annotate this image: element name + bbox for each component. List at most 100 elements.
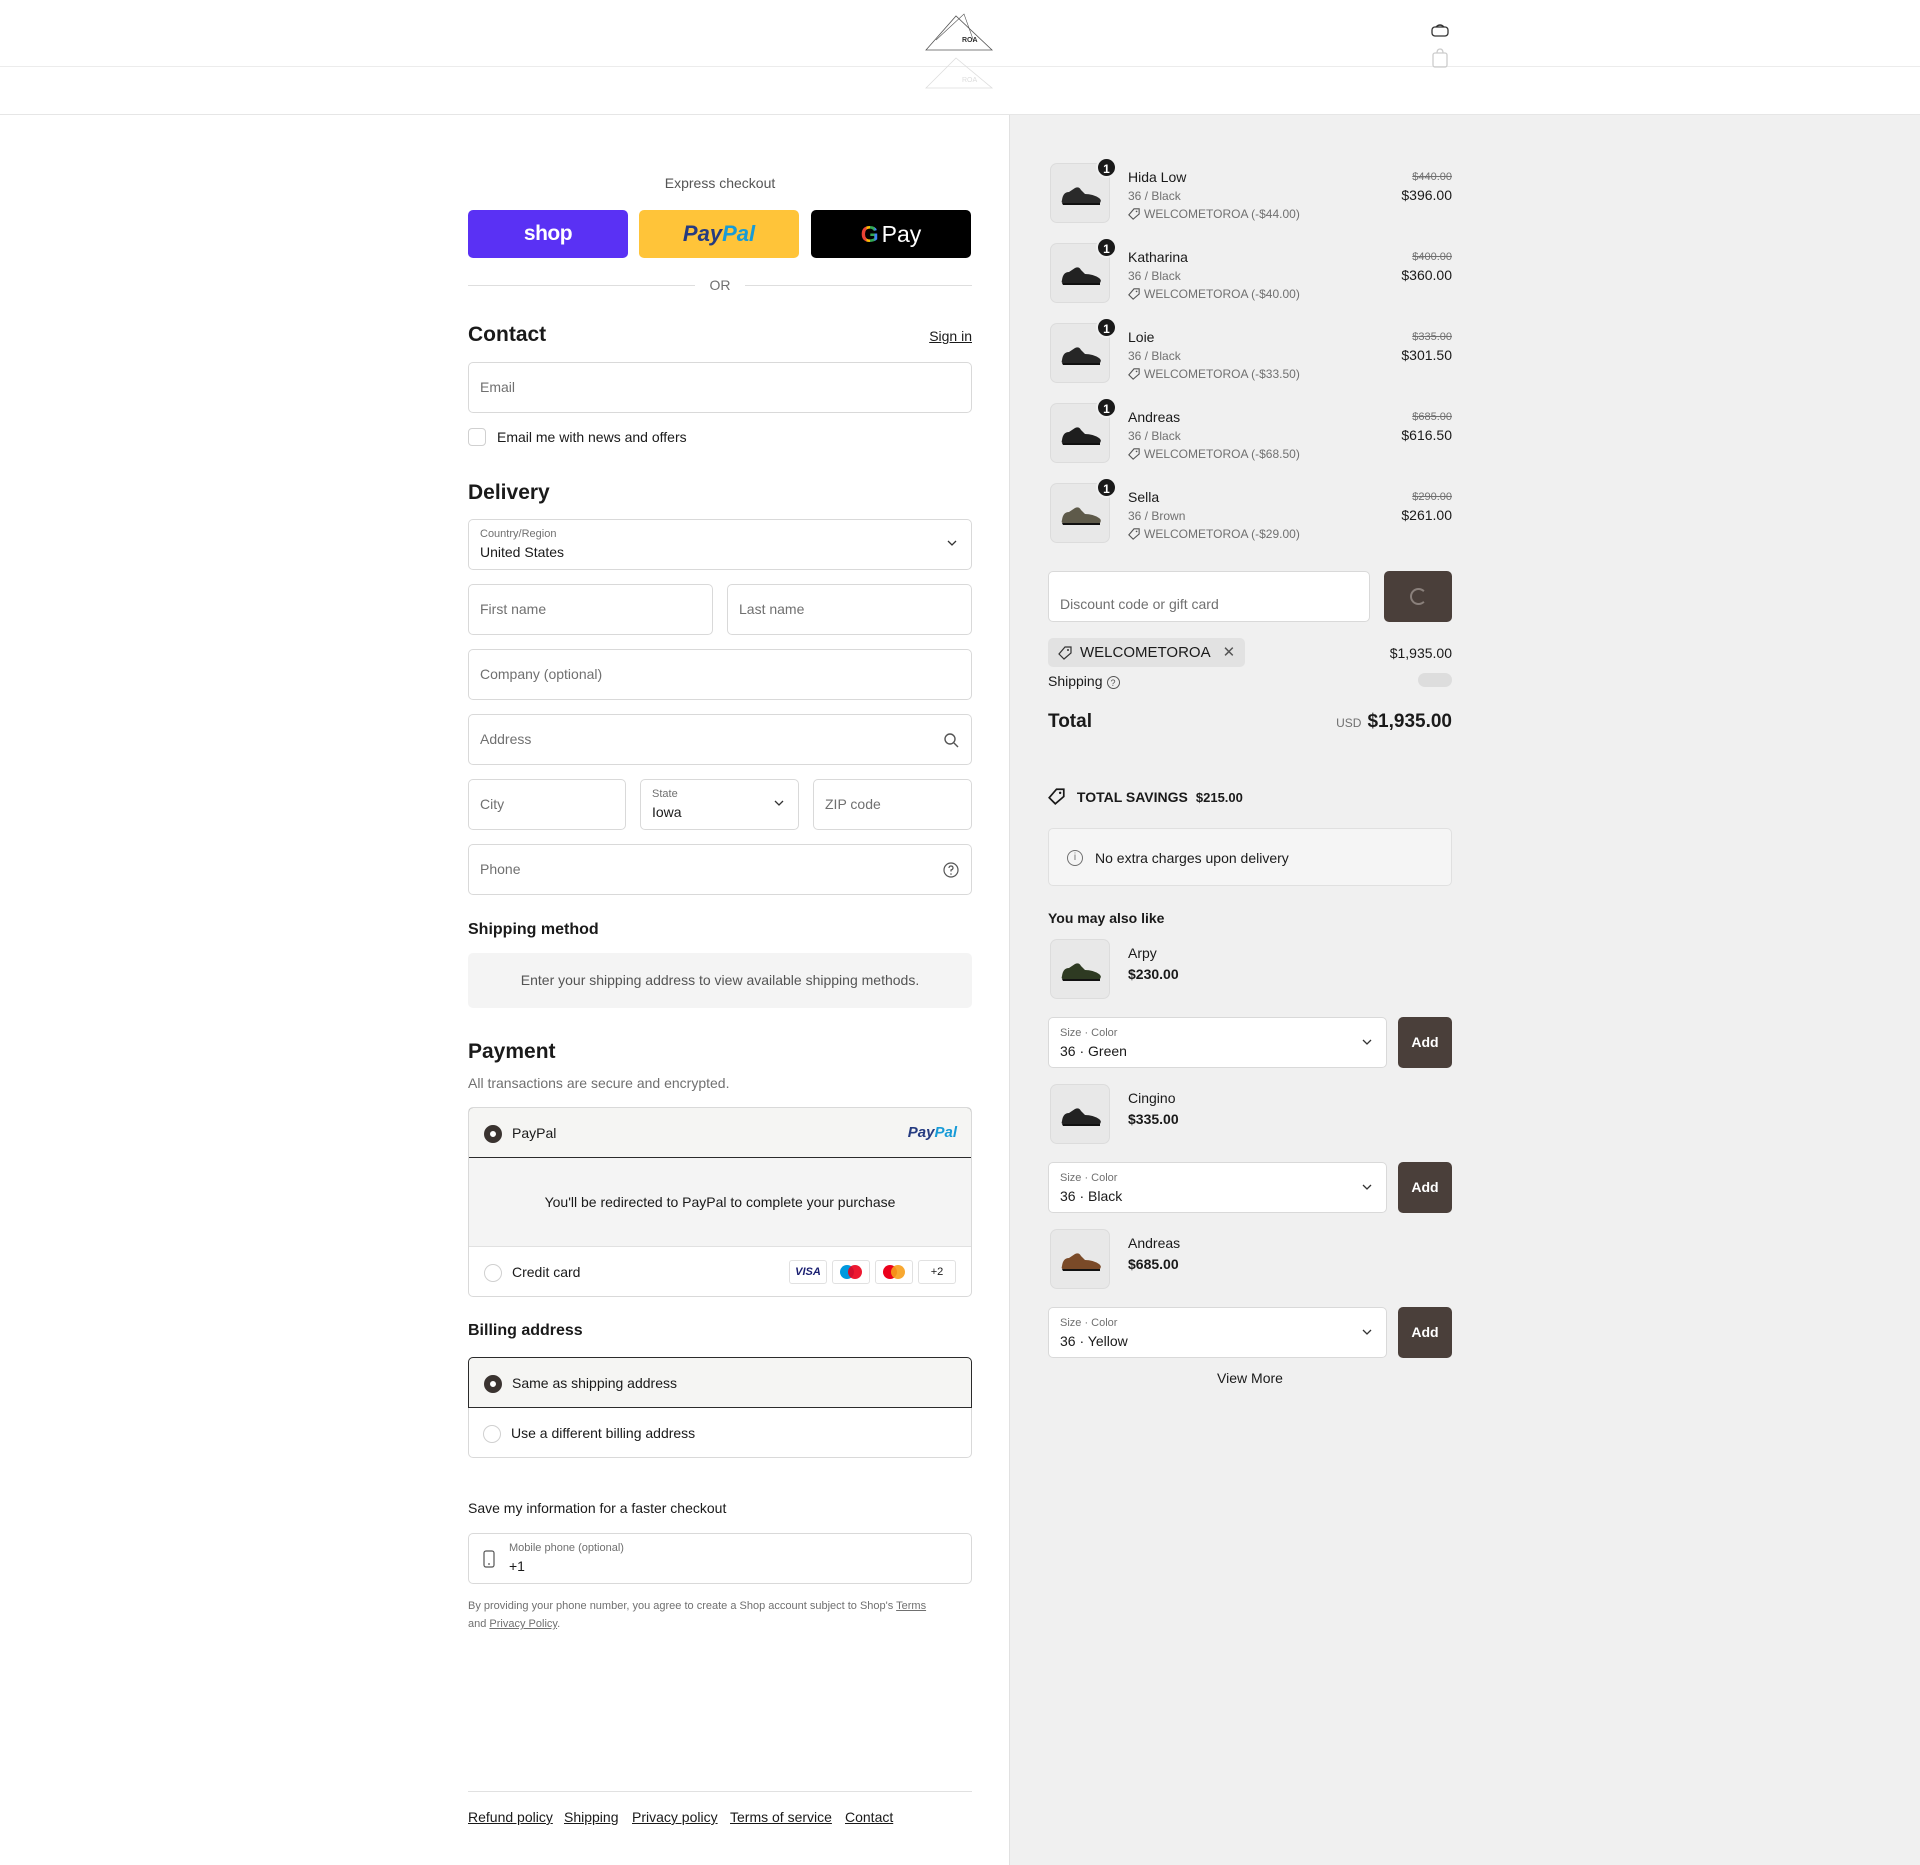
tag-icon (1058, 646, 1072, 660)
legal-text: By providing your phone number, you agre… (468, 1597, 972, 1633)
first-name-placeholder: First name (480, 601, 547, 617)
discount-placeholder: Discount code or gift card (1060, 596, 1219, 612)
upsell-thumbnail (1050, 1229, 1110, 1289)
shoe-image (1061, 267, 1101, 285)
svg-text:ROA: ROA (962, 37, 978, 44)
tag-icon (1128, 368, 1140, 380)
sign-in-link[interactable]: Sign in (929, 328, 972, 344)
bag-icon[interactable] (1430, 48, 1450, 68)
item-variant: 36 / Black (1128, 429, 1181, 443)
privacy-policy-link[interactable]: Privacy Policy (489, 1618, 557, 1630)
shop-pay-icon[interactable] (1430, 24, 1450, 42)
upsell-item: Cingino $335.00 (1048, 1082, 1452, 1148)
card-logos: VISA +2 (789, 1260, 957, 1284)
payment-subtitle: All transactions are secure and encrypte… (468, 1075, 730, 1091)
view-more-button[interactable]: View More (1048, 1370, 1452, 1386)
shoe-image (1061, 347, 1101, 365)
item-price: $396.00 (1401, 187, 1452, 203)
item-name: Sella (1128, 489, 1160, 505)
country-value: United States (480, 544, 565, 560)
shipping-label: Shipping (1048, 673, 1103, 689)
upsell-name: Cingino (1128, 1090, 1176, 1106)
item-variant: 36 / Black (1128, 189, 1181, 203)
upsell-variant-select[interactable]: Size · Color 36 · Yellow (1048, 1307, 1387, 1358)
payment-title: Payment (468, 1040, 556, 1063)
payment-option-paypal[interactable]: PayPal PayPal (469, 1108, 971, 1158)
save-info-title: Save my information for a faster checkou… (468, 1500, 727, 1516)
remove-discount-icon[interactable]: ✕ (1223, 644, 1236, 661)
shop-pay-button[interactable]: shop (468, 210, 628, 258)
terms-link[interactable]: Terms (896, 1600, 926, 1612)
state-value: Iowa (652, 804, 682, 820)
shipping-link[interactable]: Shipping (564, 1809, 619, 1825)
country-select[interactable]: Country/Region United States (468, 519, 972, 570)
item-variant: 36 / Brown (1128, 509, 1186, 523)
chevron-down-icon (1362, 1184, 1372, 1190)
paypal-label-part2: Pal (722, 221, 756, 246)
mobile-phone-field[interactable]: Mobile phone (optional) +1 (468, 1533, 972, 1584)
phone-field[interactable]: Phone (468, 844, 972, 895)
quantity-badge: 1 (1096, 317, 1117, 338)
billing-same-radio[interactable] (484, 1375, 502, 1393)
upsell-name: Andreas (1128, 1235, 1181, 1251)
billing-option-different[interactable]: Use a different billing address (468, 1408, 972, 1459)
email-field[interactable]: Email (468, 362, 972, 413)
help-icon[interactable] (943, 862, 959, 878)
quantity-badge: 1 (1096, 237, 1117, 258)
visa-icon: VISA (789, 1260, 827, 1284)
item-discount: WELCOMETOROA (-$44.00) (1128, 207, 1300, 221)
item-discount-text: WELCOMETOROA (-$40.00) (1144, 287, 1300, 301)
first-name-field[interactable]: First name (468, 584, 713, 635)
company-field[interactable]: Company (optional) (468, 649, 972, 700)
tag-icon (1048, 788, 1065, 805)
privacy-policy-footer-link[interactable]: Privacy policy (632, 1809, 718, 1825)
add-upsell-button[interactable]: Add (1398, 1162, 1452, 1213)
legal-prefix: By providing your phone number, you agre… (468, 1600, 894, 1612)
newsletter-checkbox[interactable] (468, 428, 486, 446)
add-upsell-button[interactable]: Add (1398, 1307, 1452, 1358)
billing-option-same[interactable]: Same as shipping address (468, 1357, 972, 1408)
zip-field[interactable]: ZIP code (813, 779, 972, 830)
paypal-radio[interactable] (484, 1125, 502, 1143)
state-select[interactable]: State Iowa (640, 779, 799, 830)
terms-of-service-link[interactable]: Terms of service (730, 1809, 832, 1825)
last-name-field[interactable]: Last name (727, 584, 972, 635)
svg-text:ROA: ROA (962, 77, 978, 84)
shipping-help-icon[interactable]: ? (1106, 676, 1120, 689)
city-field[interactable]: City (468, 779, 626, 830)
item-discount-text: WELCOMETOROA (-$33.50) (1144, 367, 1300, 381)
billing-different-radio[interactable] (483, 1425, 501, 1443)
line-item: 1 Sella 36 / Brown WELCOMETOROA (-$29.00) $2… (1048, 477, 1452, 545)
item-discount: WELCOMETOROA (-$33.50) (1128, 367, 1300, 381)
brand-logo[interactable]: ROA ROA (924, 12, 994, 92)
no-extra-charges-text: No extra charges upon delivery (1095, 850, 1289, 866)
last-name-placeholder: Last name (739, 601, 805, 617)
item-discount-text: WELCOMETOROA (-$44.00) (1144, 207, 1300, 221)
upsell-select-value: 36 · Black (1060, 1188, 1123, 1204)
contact-link[interactable]: Contact (845, 1809, 893, 1825)
zip-placeholder: ZIP code (825, 796, 881, 812)
upsell-title: You may also like (1048, 910, 1165, 926)
refund-policy-link[interactable]: Refund policy (468, 1809, 553, 1825)
google-pay-button[interactable]: G Pay (811, 210, 971, 258)
quantity-badge: 1 (1096, 397, 1117, 418)
upsell-price: $335.00 (1128, 1111, 1179, 1127)
email-placeholder: Email (480, 379, 516, 395)
credit-card-radio[interactable] (484, 1264, 502, 1282)
item-original-price: $685.00 (1412, 411, 1452, 423)
legal-and: and (468, 1618, 487, 1630)
upsell-select-label: Size · Color (1060, 1172, 1118, 1184)
visa-label: VISA (795, 1266, 821, 1278)
upsell-variant-select[interactable]: Size · Color 36 · Green (1048, 1017, 1387, 1068)
payment-option-credit-card[interactable]: Credit card VISA +2 (469, 1247, 971, 1296)
upsell-variant-select[interactable]: Size · Color 36 · Black (1048, 1162, 1387, 1213)
paypal-button[interactable]: Pay Pal (639, 210, 799, 258)
add-upsell-button[interactable]: Add (1398, 1017, 1452, 1068)
paypal-logo: PayPal (908, 1124, 957, 1141)
info-icon: i (1067, 850, 1083, 866)
discount-code-field[interactable]: Discount code or gift card (1048, 571, 1370, 622)
address-field[interactable]: Address (468, 714, 972, 765)
item-name: Loie (1128, 329, 1155, 345)
apply-discount-button[interactable] (1384, 571, 1452, 622)
upsell-thumbnail (1050, 1084, 1110, 1144)
